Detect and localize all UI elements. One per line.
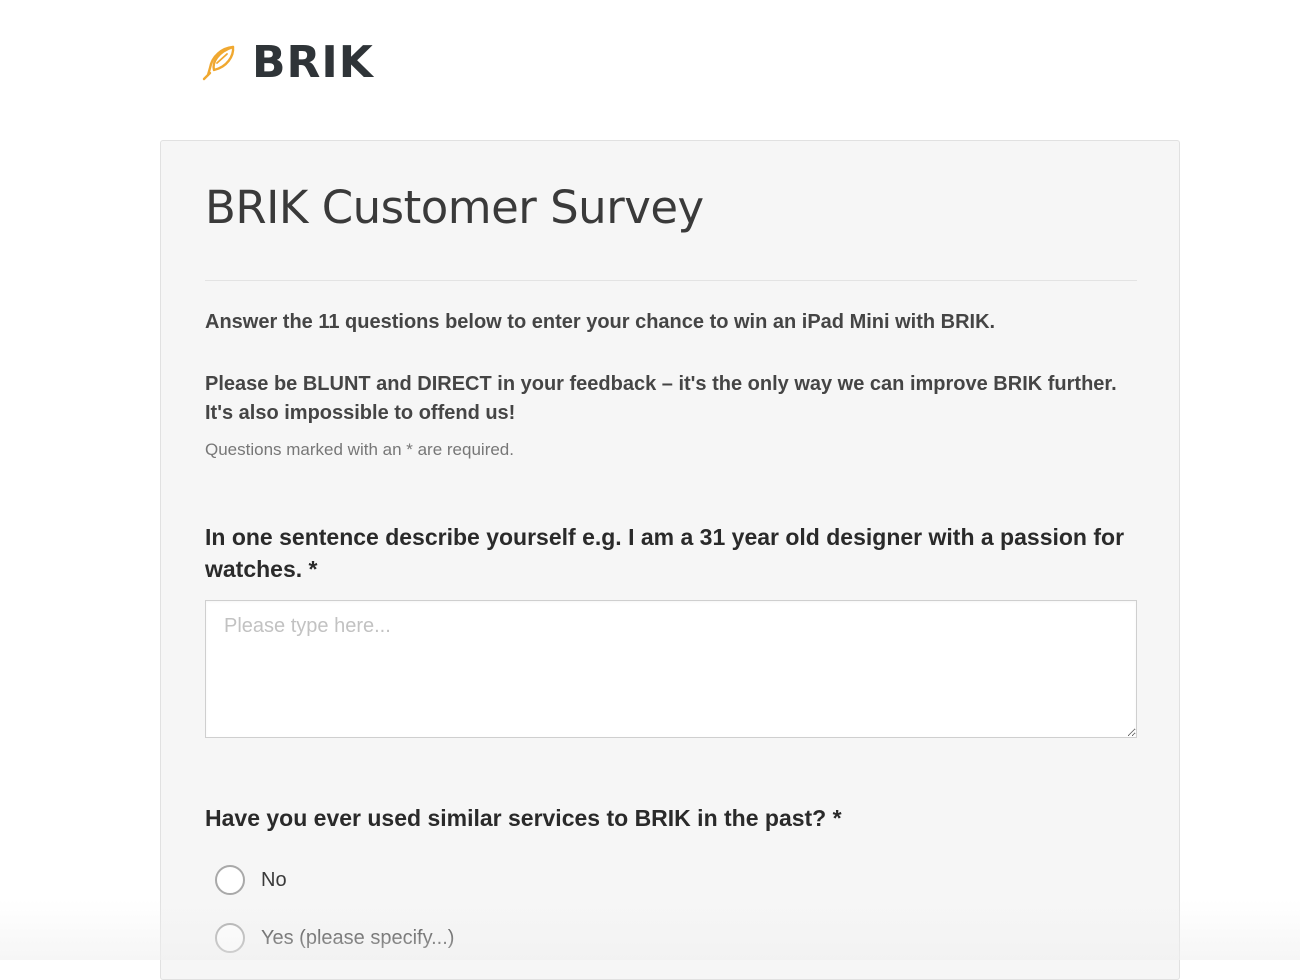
question-1-textarea[interactable] [205,600,1137,738]
radio-option-no[interactable]: No [215,865,287,895]
survey-intro: Answer the 11 questions below to enter y… [205,311,996,333]
radio-option-yes[interactable]: Yes (please specify...) [215,923,454,953]
radio-option-label: No [261,868,287,891]
radio-button[interactable] [215,865,245,895]
title-divider [205,280,1137,281]
question-1-label: In one sentence describe yourself e.g. I… [205,524,1125,582]
question-2-label: Have you ever used similar services to B… [205,805,842,831]
site-header: BRIK [200,30,374,94]
feather-icon [202,45,235,81]
required-note: Questions marked with an * are required. [205,440,514,459]
radio-button[interactable] [215,923,245,953]
survey-card: BRIK Customer Survey Answer the 11 quest… [160,140,1180,980]
page-title: BRIK Customer Survey [205,181,704,234]
survey-intro-feedback: Please be BLUNT and DIRECT in your feedb… [205,373,1117,424]
radio-option-label: Yes (please specify...) [261,926,455,949]
brand-logo-text[interactable]: BRIK [252,37,374,88]
